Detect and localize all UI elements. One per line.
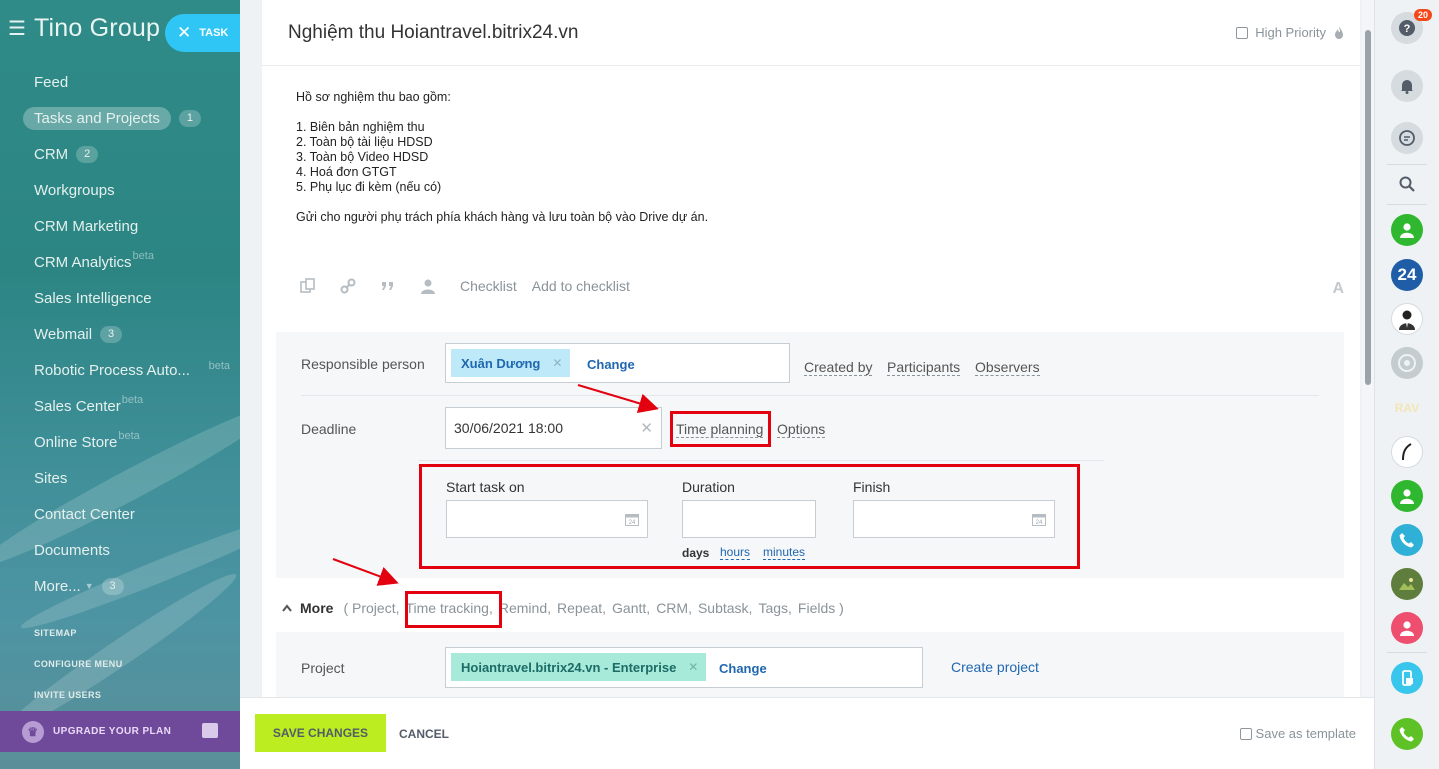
divider [1387, 164, 1427, 165]
beta-badge: beta [132, 250, 154, 262]
sidebar-item-contact-center[interactable]: Contact Center [0, 496, 240, 532]
beta-badge: beta [208, 360, 230, 372]
crown-icon: ♛ [22, 720, 44, 743]
sidebar-item-crm-marketing[interactable]: CRM Marketing [0, 208, 240, 244]
sidebar-item-sales-intelligence[interactable]: Sales Intelligence [0, 280, 240, 316]
sidebar-item-label: CRM Marketing [34, 217, 139, 235]
scrollbar-thumb[interactable] [1365, 30, 1371, 385]
sidebar-item-rpa[interactable]: Robotic Process Auto... beta [0, 352, 240, 388]
divider [1387, 204, 1427, 205]
sidebar-item-online-store[interactable]: Online Store beta [0, 424, 240, 460]
annotation-arrows [332, 384, 659, 586]
bell-icon[interactable] [1391, 70, 1423, 102]
phone-icon[interactable] [1391, 524, 1423, 556]
counter-badge: 3 [101, 577, 124, 595]
counter-badge: 2 [76, 145, 99, 163]
sidebar-links: SITEMAP CONFIGURE MENU INVITE USERS [34, 628, 123, 721]
beta-badge: beta [121, 394, 144, 406]
task-button-label: TASK [199, 27, 229, 39]
sidebar-item-label: Feed [34, 73, 69, 91]
user-avatar-icon[interactable] [1391, 303, 1423, 335]
sidebar-item-sales-center[interactable]: Sales Center beta [0, 388, 240, 424]
sidebar-item-label: More... [34, 577, 81, 595]
bitrix24-chat-icon[interactable]: 24 [1391, 259, 1423, 291]
sidebar-item-label: CRM Analytics [34, 253, 132, 271]
sidebar-item-label: Workgroups [34, 181, 115, 199]
sidebar-item-sites[interactable]: Sites [0, 460, 240, 496]
sidebar-menu: Feed Tasks and Projects 1 CRM 2 Workgroups… [0, 64, 240, 604]
sidebar-item-label: Sales Center [34, 397, 121, 415]
save-changes-button[interactable]: SAVE CHANGES [255, 714, 386, 752]
save-as-template-checkbox[interactable] [1239, 727, 1252, 740]
upgrade-label: UPGRADE YOUR PLAN [53, 726, 172, 737]
user-avatar-icon[interactable] [1391, 480, 1423, 512]
sidebar-item-label: Webmail [34, 325, 93, 343]
sidebar-item-label: Sites [34, 469, 68, 487]
feather-avatar-icon[interactable] [1391, 436, 1423, 468]
user-avatar-icon[interactable] [1391, 612, 1423, 644]
divider [1387, 652, 1427, 653]
counter-badge: 1 [178, 109, 201, 127]
panel-scrollbar[interactable] [1362, 0, 1374, 698]
configure-menu-link[interactable]: CONFIGURE MENU [34, 659, 123, 690]
user-avatar-icon[interactable] [1391, 214, 1423, 246]
sidebar-item-crm[interactable]: CRM 2 [0, 136, 240, 172]
sidebar-item-label: Sales Intelligence [34, 289, 152, 307]
sidebar-item-feed[interactable]: Feed [0, 64, 240, 100]
sidebar-item-crm-analytics[interactable]: CRM Analytics beta [0, 244, 240, 280]
sidebar-item-tasks[interactable]: Tasks and Projects 1 [0, 100, 240, 136]
sidebar-item-label: CRM [34, 145, 69, 163]
close-icon: ✕ [177, 23, 192, 42]
menu-burger-icon[interactable]: ☰ [8, 19, 30, 39]
photo-avatar-icon[interactable] [1391, 568, 1423, 600]
sitemap-link[interactable]: SITEMAP [34, 628, 123, 659]
cancel-button[interactable]: CANCEL [399, 727, 449, 741]
sidebar-item-documents[interactable]: Documents [0, 532, 240, 568]
printer-icon[interactable] [202, 723, 218, 738]
chevron-down-icon: ▼ [84, 581, 94, 591]
left-sidebar: ☰ Tino Group ✕ TASK Feed Tasks and Proje… [0, 0, 240, 769]
rav-chat-icon[interactable]: RAV [1391, 392, 1423, 424]
chat-icon[interactable] [1391, 122, 1423, 154]
save-as-template-label: Save as template [1255, 726, 1356, 741]
sidebar-item-label: Online Store [34, 433, 118, 451]
search-icon[interactable] [1391, 168, 1423, 200]
mobile-sync-icon[interactable] [1391, 662, 1423, 694]
group-chat-icon[interactable] [1391, 347, 1423, 379]
sidebar-item-label: Contact Center [34, 505, 135, 523]
counter-badge: 3 [100, 325, 123, 343]
task-edit-panel: Nghiệm thu Hoiantravel.bitrix24.vn High … [262, 0, 1360, 698]
save-as-template-toggle[interactable]: Save as template [1239, 726, 1356, 741]
notification-count-badge: 20 [1414, 9, 1433, 21]
sidebar-item-workgroups[interactable]: Workgroups [0, 172, 240, 208]
logo-row: ☰ Tino Group [8, 14, 160, 43]
svg-text:?: ? [1404, 23, 1411, 35]
beta-badge: beta [118, 430, 140, 442]
sidebar-item-webmail[interactable]: Webmail 3 [0, 316, 240, 352]
new-task-button[interactable]: ✕ TASK [165, 14, 240, 52]
sidebar-item-label: Tasks and Projects [23, 106, 171, 130]
upgrade-plan-button[interactable]: ♛ UPGRADE YOUR PLAN [0, 711, 240, 752]
call-icon[interactable] [1391, 718, 1423, 750]
company-logo[interactable]: Tino Group [34, 14, 160, 43]
footer-bar: SAVE CHANGES CANCEL Save as template [240, 697, 1374, 769]
sidebar-item-more[interactable]: More... ▼ 3 [0, 568, 240, 604]
right-rail: ? 20 24 RAV [1374, 0, 1439, 769]
sidebar-item-label: Robotic Process Auto... [34, 361, 190, 379]
sidebar-item-label: Documents [34, 541, 110, 559]
